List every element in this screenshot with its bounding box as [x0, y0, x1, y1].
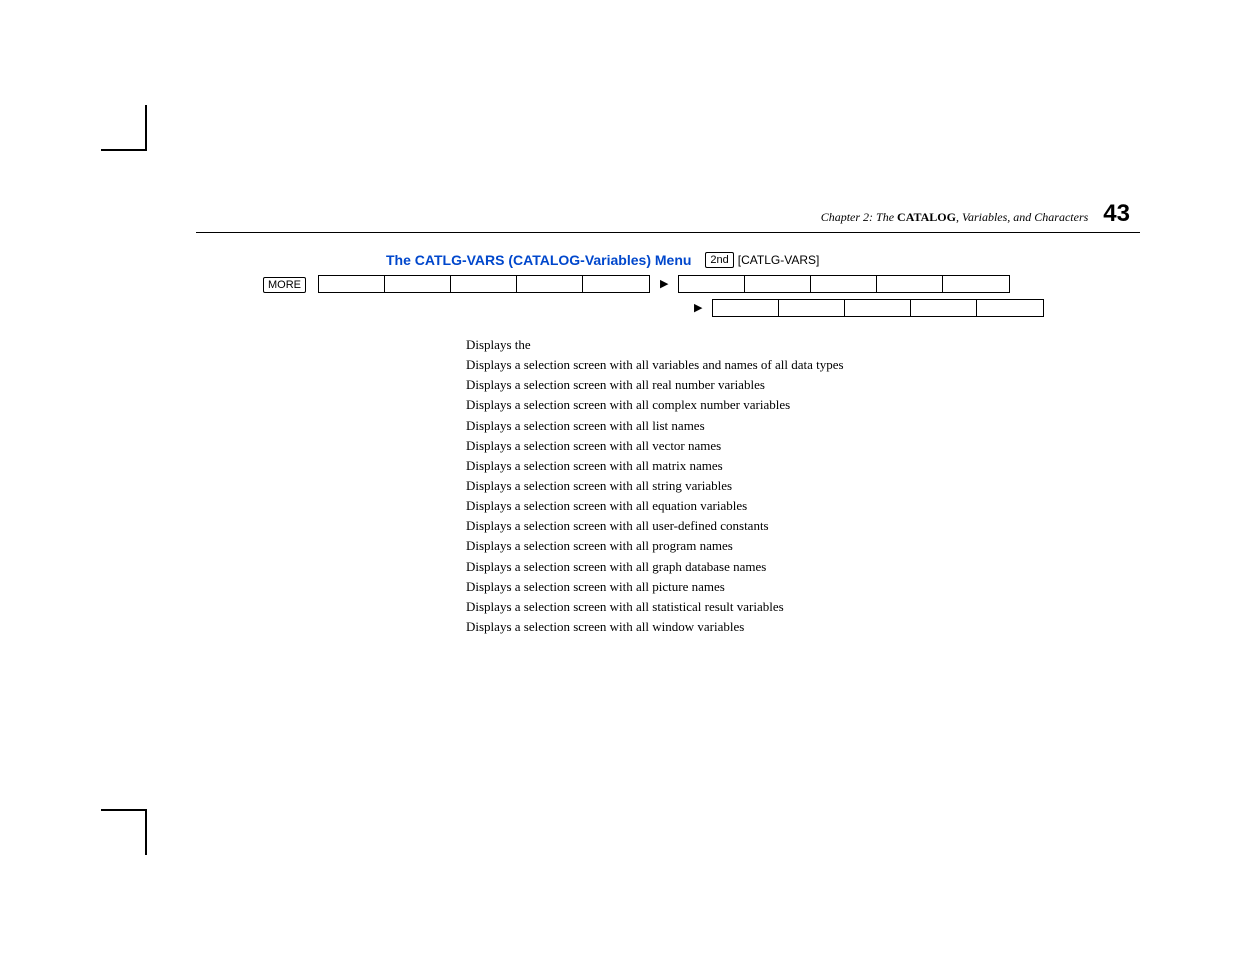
- crop-mark: [101, 149, 145, 151]
- desc-line: Displays a selection screen with all use…: [466, 516, 1140, 536]
- desc-line: Displays a selection screen with all com…: [466, 395, 1140, 415]
- menu-row-1: ▶: [318, 275, 1140, 293]
- desc-line: Displays a selection screen with all lis…: [466, 416, 1140, 436]
- descriptions-block: Displays the Displays a selection screen…: [466, 335, 1140, 637]
- menu-cell: [877, 276, 943, 292]
- running-header: Chapter 2: The CATALOG, Variables, and C…: [196, 200, 1140, 228]
- menu-row-2: ▶: [318, 299, 1140, 317]
- key-2nd: 2nd: [705, 252, 733, 268]
- more-key-column: MORE: [196, 275, 306, 294]
- menu-table-right-1: [678, 275, 1010, 293]
- key-sequence: 2nd [CATLG-VARS]: [705, 251, 819, 269]
- desc-line: Displays a selection screen with all gra…: [466, 557, 1140, 577]
- menu-cell: [745, 276, 811, 292]
- menu-cell: [679, 276, 745, 292]
- menu-cell: [977, 300, 1043, 316]
- menu-tables-row: MORE ▶: [196, 275, 1140, 323]
- desc-line: Displays a selection screen with all str…: [466, 476, 1140, 496]
- desc-line: Displays a selection screen with all win…: [466, 617, 1140, 637]
- menu-cell: [451, 276, 517, 292]
- desc-line: Displays a selection screen with all mat…: [466, 456, 1140, 476]
- crop-mark: [101, 809, 145, 811]
- desc-line: Displays the: [466, 335, 1140, 355]
- desc-line: Displays a selection screen with all sta…: [466, 597, 1140, 617]
- tables-column: ▶ ▶: [318, 275, 1140, 323]
- triangle-right-icon: ▶: [660, 279, 668, 290]
- menu-cell: [811, 276, 877, 292]
- menu-cell: [583, 276, 649, 292]
- crop-mark: [145, 809, 147, 855]
- content-area: Chapter 2: The CATALOG, Variables, and C…: [196, 200, 1140, 637]
- desc-line: Displays a selection screen with all pro…: [466, 536, 1140, 556]
- menu-cell: [517, 276, 583, 292]
- menu-cell: [713, 300, 779, 316]
- menu-table-right-2: [712, 299, 1044, 317]
- chapter-suffix: , Variables, and Characters: [956, 210, 1088, 224]
- desc-line: Displays a selection screen with all var…: [466, 355, 1140, 375]
- menu-cell: [845, 300, 911, 316]
- key-catlg-vars: [CATLG-VARS]: [738, 253, 820, 267]
- menu-cell: [943, 276, 1009, 292]
- section-heading-row: The CATLG-VARS (CATALOG-Variables) Menu …: [386, 251, 1140, 269]
- desc-line: Displays a selection screen with all vec…: [466, 436, 1140, 456]
- menu-cell: [319, 276, 385, 292]
- triangle-right-icon: ▶: [694, 303, 702, 314]
- chapter-bold: CATALOG: [897, 210, 956, 224]
- document-page: Chapter 2: The CATALOG, Variables, and C…: [0, 0, 1235, 954]
- header-rule: [196, 232, 1140, 233]
- desc-line: Displays a selection screen with all pic…: [466, 577, 1140, 597]
- desc-line: Displays a selection screen with all equ…: [466, 496, 1140, 516]
- chapter-prefix: Chapter 2: The: [821, 210, 897, 224]
- page-number: 43: [1103, 200, 1130, 227]
- section-title: The CATLG-VARS (CATALOG-Variables) Menu: [386, 252, 691, 268]
- key-more: MORE: [263, 277, 306, 293]
- crop-mark: [145, 105, 147, 151]
- menu-table-left-1: [318, 275, 650, 293]
- desc-line: Displays a selection screen with all rea…: [466, 375, 1140, 395]
- menu-cell: [911, 300, 977, 316]
- menu-cell: [385, 276, 451, 292]
- menu-cell: [779, 300, 845, 316]
